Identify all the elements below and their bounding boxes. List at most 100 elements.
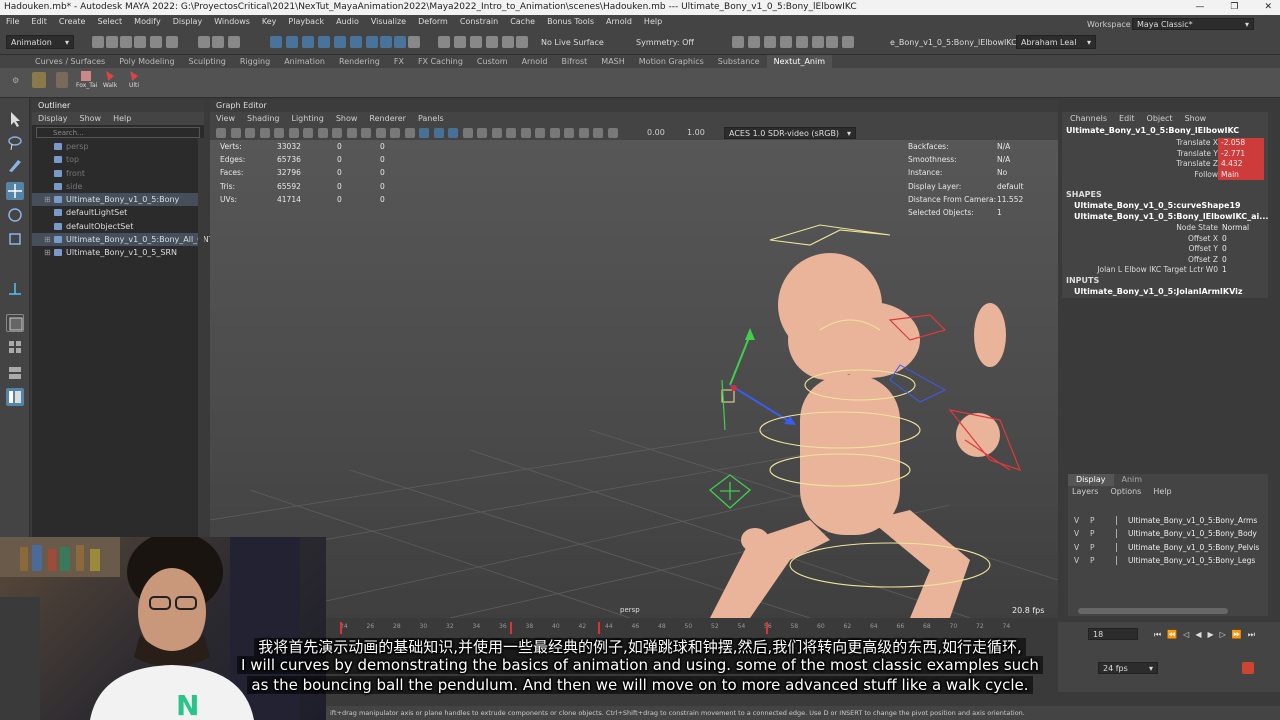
- menu-playback[interactable]: Playback: [288, 15, 324, 29]
- layer-scrollbar[interactable]: [1078, 608, 1228, 614]
- outliner-item[interactable]: persp: [32, 140, 204, 153]
- toolbar-tool-icon[interactable]: [454, 36, 466, 48]
- viewport-toolbar-icon[interactable]: [317, 128, 328, 138]
- viewport-menu-renderer[interactable]: Renderer: [369, 112, 406, 126]
- shelf-tab-mash[interactable]: MASH: [594, 55, 631, 68]
- toolbar-tool-icon[interactable]: [812, 36, 824, 48]
- outliner-layout[interactable]: [6, 388, 24, 406]
- channel-attribute[interactable]: Translate Z 4.432: [1062, 159, 1268, 170]
- channel-box-menu-edit[interactable]: Edit: [1119, 112, 1135, 126]
- selected-object-field[interactable]: e_Bony_v1_0_5:Bony_lElbowIKC: [890, 38, 1017, 47]
- viewport-toolbar-icon[interactable]: [375, 128, 386, 138]
- viewport-toolbar-icon[interactable]: [404, 128, 415, 138]
- visibility-toggle[interactable]: V: [1074, 554, 1079, 567]
- channel-box-menu-channels[interactable]: Channels: [1070, 112, 1107, 126]
- menu-key[interactable]: Key: [262, 15, 277, 29]
- four-view-layout[interactable]: [6, 338, 24, 356]
- shape-node-name[interactable]: Ultimate_Bony_v1_0_5:Bony_lElbowIKC_ai..…: [1062, 212, 1268, 223]
- shelf-tab-curves-surfaces[interactable]: Curves / Surfaces: [28, 55, 112, 68]
- menu-display[interactable]: Display: [173, 15, 203, 29]
- last-tool[interactable]: [6, 280, 24, 298]
- viewport-menu-panels[interactable]: Panels: [418, 112, 444, 126]
- playback-toggle[interactable]: P: [1090, 514, 1095, 527]
- playback-toggle[interactable]: P: [1090, 541, 1095, 554]
- toolbar-tool-icon[interactable]: [334, 36, 346, 48]
- attribute-value[interactable]: -2.058: [1218, 138, 1264, 149]
- outliner-item[interactable]: ⊞ Ultimate_Bony_v1_0_5:Bony: [32, 193, 204, 207]
- toolbar-tool-icon[interactable]: [394, 36, 406, 48]
- display-layer-row[interactable]: V P Ultimate_Bony_v1_0_5:Bony_Pelvis: [1068, 541, 1268, 554]
- display-layer-row[interactable]: V P Ultimate_Bony_v1_0_5:Bony_Arms: [1068, 514, 1268, 527]
- toolbar-tool-icon[interactable]: [380, 36, 392, 48]
- shelf-tab-fx[interactable]: FX: [387, 55, 411, 68]
- input-node-name[interactable]: Ultimate_Bony_v1_0_5:JolanlArmIKViz: [1062, 287, 1268, 298]
- expand-icon[interactable]: ⊞: [44, 193, 51, 206]
- attribute-value[interactable]: 0: [1222, 234, 1227, 245]
- shelf-tab-animation[interactable]: Animation: [277, 55, 332, 68]
- outliner-search-input[interactable]: Search...: [36, 127, 200, 138]
- toolbar-tool-icon[interactable]: [106, 36, 118, 48]
- maximize-button[interactable]: ❐: [1230, 0, 1238, 15]
- viewport-toolbar-icon[interactable]: [245, 128, 255, 138]
- shelf-button-fox-tai[interactable]: Fox_Tai: [76, 70, 97, 96]
- viewport-toolbar-icon[interactable]: [288, 128, 299, 138]
- layer-menu-options[interactable]: Options: [1110, 486, 1141, 498]
- viewport-toolbar-icon[interactable]: [274, 128, 284, 138]
- close-button[interactable]: ✕: [1264, 0, 1272, 15]
- shape-node-name[interactable]: Ultimate_Bony_v1_0_5:curveShape19: [1062, 201, 1268, 212]
- attribute-value[interactable]: Normal: [1222, 223, 1249, 234]
- attribute-value[interactable]: 0: [1222, 244, 1227, 255]
- viewport-toolbar-icon[interactable]: [332, 128, 342, 138]
- display-layer-row[interactable]: V P Ultimate_Bony_v1_0_5:Bony_Body: [1068, 527, 1268, 540]
- rotate-tool[interactable]: [6, 206, 24, 224]
- viewport-toolbar-icon[interactable]: [303, 128, 313, 138]
- visibility-toggle[interactable]: V: [1074, 514, 1079, 527]
- toolbar-tool-icon[interactable]: [286, 36, 298, 48]
- shelf-settings-icon[interactable]: ⚙: [12, 76, 19, 85]
- toolbar-tool-icon[interactable]: [470, 36, 482, 48]
- shelf-button-walk[interactable]: Walk: [100, 70, 120, 96]
- toolbar-tool-icon[interactable]: [198, 36, 210, 48]
- layer-tab-anim[interactable]: Anim: [1114, 474, 1151, 486]
- menu-deform[interactable]: Deform: [418, 15, 448, 29]
- toolbar-tool-icon[interactable]: [408, 36, 420, 48]
- menu-windows[interactable]: Windows: [214, 15, 250, 29]
- shape-attribute[interactable]: Offset X 0: [1062, 234, 1268, 245]
- toolbar-tool-icon[interactable]: [318, 36, 330, 48]
- viewport-menu-show[interactable]: Show: [336, 112, 358, 126]
- viewport-toolbar-icon[interactable]: [462, 128, 473, 138]
- outliner-item[interactable]: ⊞ Ultimate_Bony_v1_0_5:Bony_All_CNTs: [32, 233, 216, 247]
- shape-attribute[interactable]: Node State Normal: [1062, 223, 1268, 234]
- menu-constrain[interactable]: Constrain: [460, 15, 498, 29]
- gamma-value[interactable]: 1.00: [687, 128, 705, 137]
- outliner-item[interactable]: defaultLightSet: [32, 206, 204, 219]
- toolbar-tool-icon[interactable]: [134, 36, 146, 48]
- viewport-toolbar-icon[interactable]: [593, 128, 603, 138]
- expand-icon[interactable]: ⊞: [44, 246, 51, 259]
- viewport-toolbar-icon[interactable]: [564, 128, 574, 138]
- toolbar-tool-icon[interactable]: [150, 36, 162, 48]
- toolbar-tool-icon[interactable]: [780, 36, 792, 48]
- layer-menu-layers[interactable]: Layers: [1072, 486, 1098, 498]
- two-view-layout[interactable]: [6, 364, 24, 382]
- expand-icon[interactable]: ⊞: [44, 233, 51, 246]
- viewport-toolbar-icon[interactable]: [433, 128, 444, 138]
- user-dropdown[interactable]: Abraham Leal ▾: [1016, 35, 1096, 49]
- viewport-toolbar-icon[interactable]: [578, 128, 589, 138]
- viewport-toolbar-icon[interactable]: [216, 128, 226, 138]
- keyframe-marker[interactable]: [340, 622, 342, 634]
- layer-color-icon[interactable]: [1116, 516, 1124, 525]
- channel-attribute[interactable]: Translate Y -2.771: [1062, 148, 1268, 159]
- live-surface-label[interactable]: No Live Surface: [541, 38, 604, 47]
- exposure-value[interactable]: 0.00: [647, 128, 665, 137]
- shelf-button-ulti[interactable]: Ulti: [124, 70, 144, 96]
- layer-color-icon[interactable]: [1116, 555, 1124, 565]
- shelf-tool-icon[interactable]: [56, 72, 68, 88]
- visibility-toggle[interactable]: V: [1074, 527, 1079, 540]
- shelf-tab-rendering[interactable]: Rendering: [332, 55, 387, 68]
- toolbar-tool-icon[interactable]: [270, 36, 282, 48]
- symmetry-label[interactable]: Symmetry: Off: [636, 38, 694, 47]
- outliner-menu-display[interactable]: Display: [38, 112, 68, 125]
- outliner-item[interactable]: ⊞ Ultimate_Bony_v1_0_5_SRN: [32, 246, 204, 259]
- toolbar-tool-icon[interactable]: [212, 36, 224, 48]
